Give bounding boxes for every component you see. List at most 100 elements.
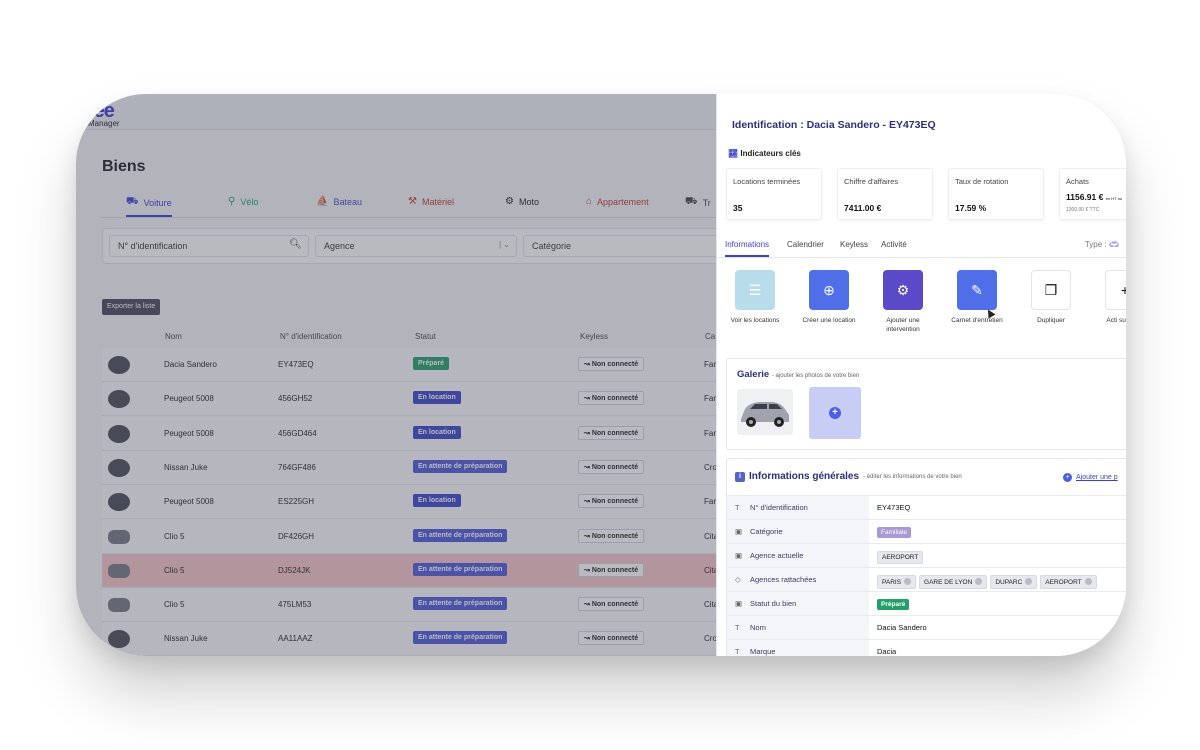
cell-name: Clio 5	[164, 600, 185, 610]
tab-category-3[interactable]: ⚒ Matériel	[408, 196, 454, 207]
export-list-button[interactable]: Exporter la liste	[102, 299, 161, 315]
table-row[interactable]: Dacia Sandero EY473EQ Préparé ↝ Non connect…	[102, 348, 722, 382]
tab-category-0[interactable]: ⛟ Voiture	[126, 196, 172, 217]
table-row[interactable]: Peugeot 5008 456GH52 En location ↝ Non conn…	[102, 382, 722, 417]
info-row[interactable]: ▣ Catégorie Familiale	[727, 519, 1126, 544]
add-property-link-text: Ajouter une p	[1076, 474, 1118, 481]
logo-sub: Manager	[88, 119, 120, 128]
table-row[interactable]: Clio 5 DF426GH En attente de préparation ↝ …	[102, 519, 722, 554]
action-label: Carnet d'entretien	[951, 317, 1003, 324]
more-icon[interactable]: +	[1105, 270, 1126, 310]
list-icon[interactable]: ☰	[735, 270, 775, 310]
keyless-badge: ↝ Non connecté	[578, 425, 645, 440]
action-more[interactable]: + Acti supplém	[1095, 270, 1126, 325]
vehicle-photo[interactable]	[737, 389, 793, 435]
status-badge: En attente de préparation	[413, 597, 508, 611]
info-value-cell[interactable]: Familiale	[877, 527, 914, 538]
info-row[interactable]: ◇ Agences rattachées PARIS GARE DE LYON DUPA…	[727, 567, 1126, 592]
info-row[interactable]: T Marque Dacia	[727, 639, 1126, 656]
tab-category-2[interactable]: ⛵ Bateau	[316, 196, 362, 207]
tab-informations[interactable]: Informations	[725, 240, 770, 257]
intervention-icon[interactable]: ⚙	[883, 270, 923, 310]
vehicle-thumbnail	[108, 493, 130, 512]
remove-chip-icon[interactable]	[904, 578, 912, 585]
tab-category-6[interactable]: ⛟ Tr	[685, 196, 711, 209]
remove-chip-icon[interactable]	[1025, 578, 1033, 585]
wifi-off-icon: ↝	[584, 601, 590, 609]
duplicate-icon[interactable]: ❐	[1031, 270, 1071, 310]
tab-calendrier[interactable]: Calendrier	[787, 240, 824, 249]
id-search-input[interactable]: N° d'identification 🔍︎	[109, 235, 309, 257]
header-keyless: Keyless	[580, 332, 609, 341]
info-row[interactable]: T Nom Dacia Sandero	[727, 615, 1126, 640]
type-label: Type : 🚗︎	[1085, 240, 1119, 249]
info-key: T Marque	[727, 640, 869, 656]
cell-category: Cro	[704, 462, 717, 472]
tab-activite[interactable]: Activité	[881, 240, 907, 249]
info-value-cell[interactable]: AEROPORT	[877, 551, 926, 564]
tools-icon: ⚒	[408, 196, 417, 207]
info-icon: i	[735, 471, 745, 482]
tab-label: Tr	[702, 197, 711, 208]
add-photo-button[interactable]: +	[809, 387, 861, 439]
select-icon: ▣	[735, 527, 743, 536]
wifi-off-icon: ↝	[584, 532, 590, 540]
cell-id: AA11AAZ	[278, 634, 313, 644]
table-row[interactable]: Nissan Juke 764GF486 En attente de prépara…	[102, 450, 722, 485]
keyless-text: Non connecté	[591, 361, 639, 368]
wifi-off-icon: ↝	[584, 498, 590, 506]
action-list[interactable]: ☰ Voir les locations	[725, 270, 785, 325]
status-badge: En attente de préparation	[413, 528, 508, 542]
select-icon: ▣	[735, 599, 743, 608]
gallery-subtitle: - ajouter les photos de votre bien	[771, 373, 860, 379]
agency-select[interactable]: Agence | ⌄	[315, 235, 517, 257]
boat-icon: ⛵	[316, 196, 329, 207]
remove-chip-icon[interactable]	[975, 578, 983, 585]
category-select[interactable]: Catégorie	[523, 235, 723, 257]
tab-label: Moto	[518, 196, 539, 207]
table-row[interactable]: Peugeot 5008 ES225GH En location ↝ Non conn…	[102, 485, 722, 520]
text-icon: T	[735, 503, 740, 512]
chevron-down-icon[interactable]: | ⌄	[499, 240, 510, 249]
table-row[interactable]: Clio 5 475LM53 En attente de préparation ↝ …	[102, 588, 722, 623]
info-value-cell[interactable]: Dacia Sandero	[877, 623, 927, 632]
wifi-off-icon: ↝	[584, 463, 590, 471]
add-property-link[interactable]: + Ajouter une p	[1063, 473, 1118, 482]
action-duplicate[interactable]: ❐ Dupliquer	[1021, 270, 1081, 325]
category-tabs: ⛟ Voiture ⚲ Vélo ⛵ Bateau ⚒ Matériel ⚙ Moto ⌂ Appar…	[102, 192, 722, 218]
plus-circle-icon[interactable]: ⊕	[809, 270, 849, 310]
info-row[interactable]: T N° d'identification EY473EQ	[727, 495, 1126, 520]
tab-keyless[interactable]: Keyless	[840, 240, 868, 249]
tab-label: Bateau	[333, 196, 362, 207]
remove-chip-icon[interactable]	[1084, 578, 1092, 585]
tab-category-1[interactable]: ⚲ Vélo	[228, 196, 258, 207]
info-value-cell[interactable]: Préparé	[877, 599, 912, 610]
info-value-cell[interactable]: Dacia	[877, 647, 896, 656]
chart-icon: 📈︎	[728, 149, 739, 158]
table-row[interactable]: Peugeot 5008 456GD464 En location ↝ Non con…	[102, 416, 722, 451]
keyless-text: Non connecté	[591, 429, 639, 437]
info-row[interactable]: ▣ Statut du bien Préparé	[727, 591, 1126, 616]
logbook-icon[interactable]: ✎	[957, 270, 997, 310]
info-key-text: Marque	[750, 647, 776, 656]
vehicle-thumbnail	[108, 390, 130, 409]
search-icon[interactable]: 🔍︎	[289, 239, 302, 250]
info-value-cell[interactable]: EY473EQ	[877, 503, 910, 512]
plus-icon: +	[829, 407, 841, 419]
logo: tee Manager	[88, 100, 120, 128]
tab-category-5[interactable]: ⌂ Appartement	[586, 196, 649, 207]
status-badge: En location	[413, 391, 461, 405]
table-row[interactable]: Nissan Juke AA11AAZ En attente de préparat…	[102, 622, 722, 656]
tab-category-4[interactable]: ⚙ Moto	[505, 196, 539, 207]
table-row[interactable]: Clio 5 DJ524JK En attente de préparation ↝ …	[102, 553, 722, 588]
action-intervention[interactable]: ⚙ Ajouter une intervention	[873, 270, 933, 334]
info-row[interactable]: ▣ Agence actuelle AEROPORT	[727, 543, 1126, 568]
action-logbook[interactable]: ✎ Carnet d'entretien	[947, 270, 1007, 325]
action-plus-circle[interactable]: ⊕ Créer une location	[799, 270, 859, 325]
keyless-text: Non connecté	[591, 566, 639, 574]
info-value-cell[interactable]: PARIS GARE DE LYON DUPARC AEROPORT	[877, 575, 1100, 589]
cell-category: Cro	[704, 634, 717, 644]
keyless-text: Non connecté	[591, 532, 639, 540]
chip-label: AEROPORT	[882, 554, 919, 561]
logo-main: tee	[88, 100, 115, 122]
